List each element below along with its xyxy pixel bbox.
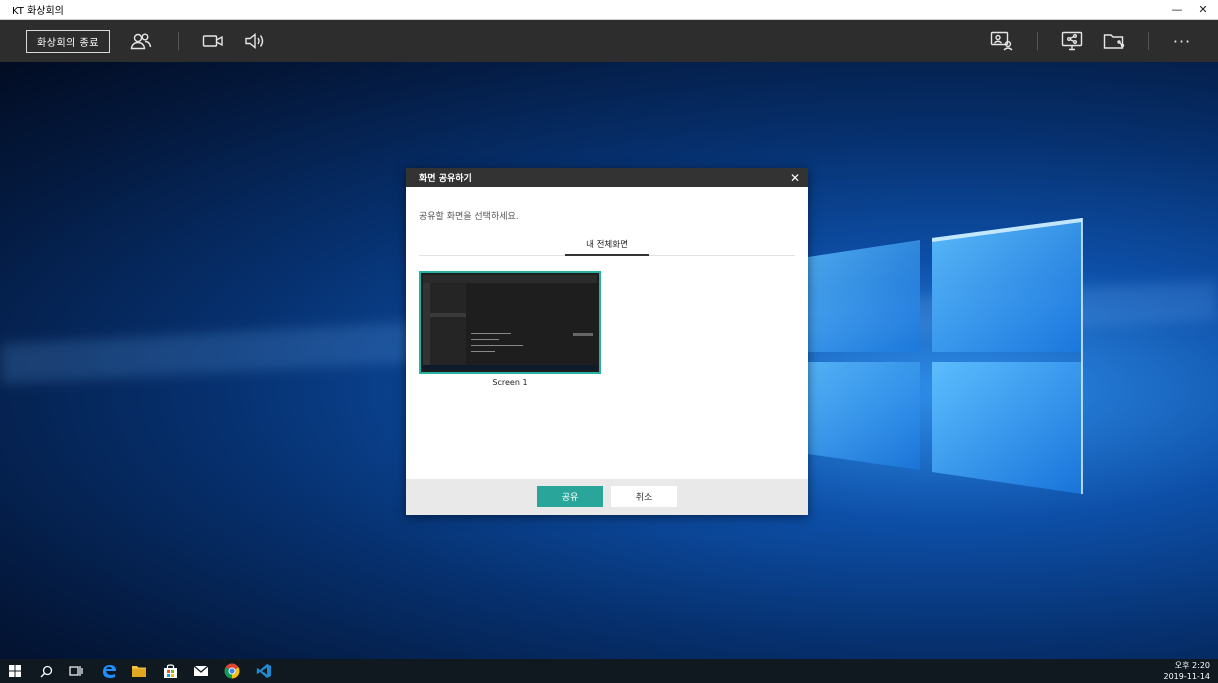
- cancel-button[interactable]: 취소: [611, 486, 677, 507]
- file-explorer-icon[interactable]: [130, 662, 148, 680]
- edge-icon[interactable]: [100, 662, 118, 680]
- share-screen-icon[interactable]: [1060, 30, 1084, 52]
- windows-taskbar: 오후 2:20 2019-11-14: [0, 659, 1218, 683]
- dialog-header: 화면 공유하기 ✕: [406, 168, 808, 187]
- dialog-footer: 공유 취소: [406, 479, 808, 515]
- speaker-icon[interactable]: [243, 30, 267, 52]
- share-button[interactable]: 공유: [537, 486, 603, 507]
- meeting-toolbar: 화상회의 종료 ···: [0, 20, 1218, 62]
- taskbar-clock[interactable]: 오후 2:20 2019-11-14: [1164, 660, 1211, 682]
- app-titlebar: KT 화상회의 — ✕: [0, 0, 1218, 20]
- task-view-icon[interactable]: [67, 662, 85, 680]
- camera-icon[interactable]: [201, 30, 225, 52]
- clock-date: 2019-11-14: [1163, 672, 1211, 681]
- dialog-prompt: 공유할 화면을 선택하세요.: [419, 212, 519, 222]
- file-share-icon[interactable]: [1102, 30, 1126, 52]
- dialog-title: 화면 공유하기: [419, 174, 472, 184]
- end-meeting-button[interactable]: 화상회의 종료: [26, 30, 110, 53]
- toolbar-divider: [178, 32, 179, 50]
- minimize-button[interactable]: —: [1166, 0, 1188, 20]
- screen-thumbnail[interactable]: [419, 271, 601, 374]
- chrome-icon[interactable]: [223, 662, 241, 680]
- search-icon[interactable]: [37, 662, 55, 680]
- mail-icon[interactable]: [192, 662, 210, 680]
- toolbar-divider: [1148, 32, 1149, 50]
- screen-thumbnail-preview: [423, 275, 597, 370]
- store-icon[interactable]: [161, 662, 179, 680]
- screen-share-dialog: 화면 공유하기 ✕ 공유할 화면을 선택하세요. 내 전체화면 Screen 1…: [406, 168, 808, 515]
- app-title: KT 화상회의: [12, 6, 64, 17]
- presenter-icon[interactable]: [990, 30, 1014, 52]
- clock-time: 오후 2:20: [1174, 661, 1210, 670]
- participants-icon[interactable]: [129, 30, 153, 52]
- dialog-close-icon[interactable]: ✕: [790, 172, 800, 184]
- toolbar-divider: [1037, 32, 1038, 50]
- screen-label: Screen 1: [492, 378, 528, 387]
- more-options-icon[interactable]: ···: [1170, 30, 1194, 52]
- vscode-icon[interactable]: [255, 662, 273, 680]
- start-icon[interactable]: [6, 662, 24, 680]
- screen-tabs: 내 전체화면: [419, 238, 795, 256]
- close-window-button[interactable]: ✕: [1192, 0, 1214, 20]
- tab-full-screen[interactable]: 내 전체화면: [565, 238, 649, 256]
